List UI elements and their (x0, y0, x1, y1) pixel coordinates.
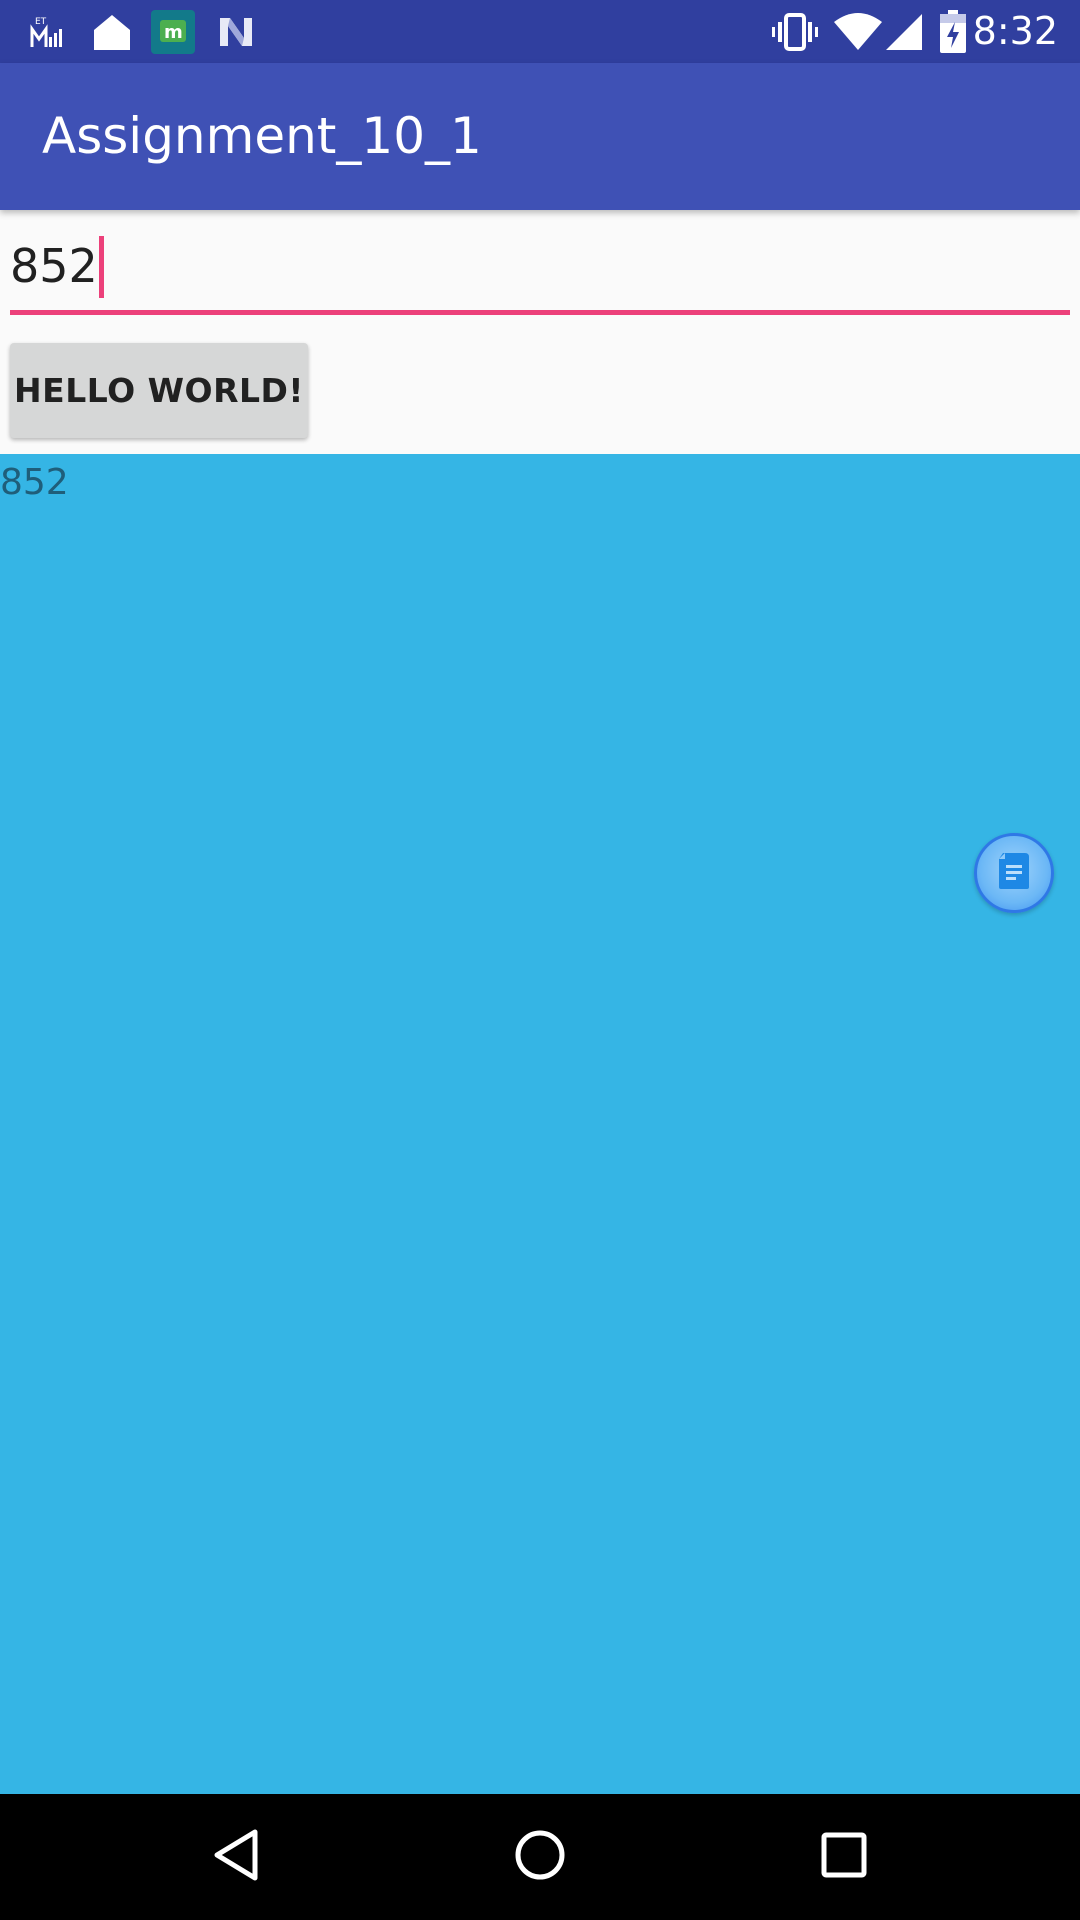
navigation-bar (0, 1794, 1080, 1920)
document-icon (997, 851, 1031, 896)
home-circle-icon (513, 1828, 567, 1887)
app-bar: Assignment_10_1 (0, 63, 1080, 210)
number-input-field[interactable]: 852 (10, 232, 1070, 315)
status-bar: ET m 8:32 (0, 0, 1080, 63)
status-time: 8:32 (972, 9, 1058, 53)
recents-button[interactable] (784, 1794, 904, 1920)
hello-world-button[interactable]: HELLO WORLD! (10, 343, 308, 438)
number-input-value[interactable]: 852 (10, 235, 104, 298)
svg-text:ET: ET (35, 17, 47, 27)
floating-document-bubble[interactable] (974, 833, 1054, 913)
et-money-icon: ET (26, 0, 66, 63)
output-area: 852 (0, 454, 1080, 1794)
battery-charging-icon (936, 0, 970, 63)
home-icon (88, 0, 136, 63)
home-button[interactable] (480, 1794, 600, 1920)
back-button[interactable] (176, 1794, 296, 1920)
app-title: Assignment_10_1 (42, 107, 482, 165)
back-icon (212, 1828, 260, 1887)
svg-text:m: m (164, 22, 183, 43)
recents-icon (820, 1831, 868, 1884)
signal-icon (882, 0, 926, 63)
m-app-icon: m (150, 0, 196, 63)
wifi-icon (830, 0, 886, 63)
n-app-icon (214, 0, 258, 63)
number-input-text: 852 (10, 239, 98, 293)
vibrate-icon (770, 0, 820, 63)
text-cursor (98, 235, 104, 298)
result-text: 852 (0, 462, 69, 503)
